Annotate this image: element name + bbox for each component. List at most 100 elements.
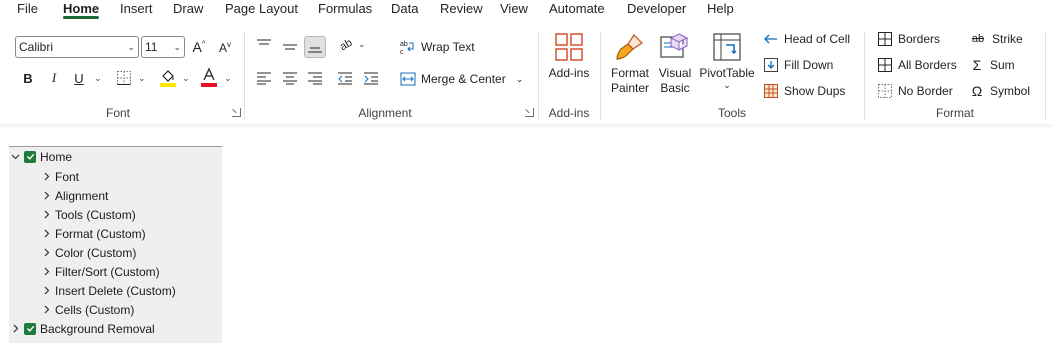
font-dialog-launcher-icon[interactable] bbox=[232, 108, 241, 117]
ribbon-shadow bbox=[0, 124, 1052, 130]
chevron-right-icon[interactable] bbox=[41, 267, 51, 277]
menu-review[interactable]: Review bbox=[440, 0, 483, 20]
add-ins-button[interactable]: Add-ins bbox=[545, 31, 593, 81]
all-borders-label: All Borders bbox=[898, 58, 957, 72]
chevron-right-icon[interactable] bbox=[41, 172, 51, 182]
chevron-down-icon[interactable]: ⌄ bbox=[138, 73, 146, 84]
merge-center-button[interactable]: Merge & Center ⌄ bbox=[400, 68, 523, 90]
menu-file[interactable]: File bbox=[17, 0, 38, 20]
align-center-button[interactable] bbox=[279, 67, 301, 89]
chevron-down-icon[interactable]: ⌄ bbox=[182, 73, 190, 84]
alignment-dialog-launcher-icon[interactable] bbox=[525, 108, 534, 117]
tree-root-home[interactable]: Home bbox=[10, 147, 72, 166]
align-right-button[interactable] bbox=[304, 67, 326, 89]
tree-item-format[interactable]: Format (Custom) bbox=[41, 224, 146, 243]
fill-down-label: Fill Down bbox=[784, 58, 834, 72]
chevron-down-icon[interactable]: ⌄ bbox=[94, 73, 102, 84]
menu-help[interactable]: Help bbox=[707, 0, 734, 20]
format-painter-button[interactable]: Format Painter bbox=[607, 31, 653, 96]
svg-text:c: c bbox=[400, 49, 404, 55]
chevron-right-icon[interactable] bbox=[41, 248, 51, 258]
fill-down-icon bbox=[763, 57, 779, 73]
menu-draw[interactable]: Draw bbox=[173, 0, 203, 20]
tree-root-label: Home bbox=[40, 149, 73, 164]
menu-home[interactable]: Home bbox=[63, 0, 100, 20]
symbol-button[interactable]: Ω Symbol bbox=[969, 80, 1030, 102]
chevron-down-icon[interactable] bbox=[10, 152, 20, 162]
wrap-text-button[interactable]: ab c Wrap Text bbox=[400, 36, 475, 58]
align-middle-icon bbox=[283, 44, 297, 50]
menu-data[interactable]: Data bbox=[391, 0, 418, 20]
align-middle-button[interactable] bbox=[279, 36, 301, 58]
tree-item-filter-sort[interactable]: Filter/Sort (Custom) bbox=[41, 262, 160, 281]
sum-label: Sum bbox=[990, 58, 1015, 72]
tree-item-label: Insert Delete (Custom) bbox=[55, 283, 176, 298]
tree-item-font[interactable]: Font bbox=[41, 167, 79, 186]
chevron-right-icon[interactable] bbox=[41, 286, 51, 296]
menu-page-layout[interactable]: Page Layout bbox=[225, 0, 298, 20]
menu-view[interactable]: View bbox=[500, 0, 528, 20]
align-left-button[interactable] bbox=[253, 67, 275, 89]
bold-button[interactable]: B bbox=[17, 67, 39, 89]
chevron-right-icon[interactable] bbox=[10, 324, 20, 334]
chevron-down-icon[interactable]: ⌄ bbox=[723, 81, 731, 90]
decrease-indent-button[interactable] bbox=[334, 67, 356, 89]
chevron-right-icon[interactable] bbox=[41, 191, 51, 201]
format-painter-label-1: Format bbox=[610, 66, 649, 80]
chevron-down-icon[interactable]: ⌄ bbox=[358, 39, 366, 50]
chevron-right-icon[interactable] bbox=[41, 210, 51, 220]
strike-button[interactable]: ab Strike bbox=[969, 28, 1023, 50]
tree-item-label: Format (Custom) bbox=[55, 226, 146, 241]
orientation-button[interactable]: ab bbox=[335, 34, 357, 56]
decrease-font-icon: Av bbox=[218, 39, 231, 55]
checkbox-checked-icon[interactable] bbox=[24, 322, 36, 335]
increase-font-icon: A^ bbox=[192, 39, 206, 55]
no-border-icon bbox=[877, 83, 893, 99]
underline-button[interactable]: U bbox=[68, 67, 90, 89]
italic-button[interactable]: I bbox=[43, 67, 65, 89]
head-of-cell-button[interactable]: Head of Cell bbox=[763, 28, 850, 50]
tree-item-label: Alignment bbox=[55, 188, 109, 203]
increase-font-size-button[interactable]: A^ bbox=[188, 36, 210, 58]
decrease-font-size-button[interactable]: Av bbox=[214, 36, 236, 58]
alignment-group-label: Alignment bbox=[358, 106, 412, 120]
pivot-table-button[interactable]: PivotTable ⌄ bbox=[697, 31, 757, 90]
tree-root-background-removal[interactable]: Background Removal bbox=[10, 319, 155, 338]
sum-button[interactable]: Σ Sum bbox=[969, 54, 1015, 76]
menu-developer[interactable]: Developer bbox=[627, 0, 686, 20]
tree-item-cells[interactable]: Cells (Custom) bbox=[41, 300, 134, 319]
group-separator bbox=[538, 32, 539, 120]
menu-automate[interactable]: Automate bbox=[549, 0, 605, 20]
menu-insert[interactable]: Insert bbox=[120, 0, 153, 20]
tree-item-alignment[interactable]: Alignment bbox=[41, 186, 108, 205]
fill-down-button[interactable]: Fill Down bbox=[763, 54, 833, 76]
no-border-button[interactable]: No Border bbox=[877, 80, 953, 102]
align-top-button[interactable] bbox=[253, 34, 275, 56]
omega-icon: Ω bbox=[971, 83, 983, 99]
tree-item-tools[interactable]: Tools (Custom) bbox=[41, 205, 136, 224]
borders-dropdown-button[interactable] bbox=[113, 67, 135, 89]
chevron-right-icon[interactable] bbox=[41, 305, 51, 315]
chevron-right-icon[interactable] bbox=[41, 229, 51, 239]
borders-button[interactable]: Borders bbox=[877, 28, 940, 50]
chevron-down-icon[interactable]: ⌄ bbox=[224, 73, 232, 84]
svg-text:ab: ab bbox=[400, 41, 408, 48]
font-name-combo[interactable]: Calibri ⌄ bbox=[15, 36, 139, 58]
all-borders-button[interactable]: All Borders bbox=[877, 54, 957, 76]
checkbox-checked-icon[interactable] bbox=[24, 150, 36, 163]
show-dups-button[interactable]: Show Dups bbox=[763, 80, 845, 102]
increase-indent-button[interactable] bbox=[360, 67, 382, 89]
font-color-button[interactable] bbox=[198, 66, 220, 88]
visual-basic-button[interactable]: Visual Basic bbox=[655, 31, 695, 96]
decrease-indent-icon bbox=[338, 72, 352, 85]
tree-item-color[interactable]: Color (Custom) bbox=[41, 243, 136, 262]
tree-item-insert-delete[interactable]: Insert Delete (Custom) bbox=[41, 281, 176, 300]
font-size-combo[interactable]: 11 ⌄ bbox=[141, 36, 185, 58]
menu-formulas[interactable]: Formulas bbox=[318, 0, 372, 20]
chevron-down-icon[interactable]: ⌄ bbox=[516, 74, 524, 85]
align-bottom-button[interactable] bbox=[304, 36, 326, 58]
tree-item-label: Cells (Custom) bbox=[55, 302, 135, 317]
tree-sibling-label: Background Removal bbox=[40, 321, 155, 336]
fill-color-button[interactable] bbox=[157, 66, 179, 88]
chevron-down-icon: ⌄ bbox=[127, 42, 135, 52]
